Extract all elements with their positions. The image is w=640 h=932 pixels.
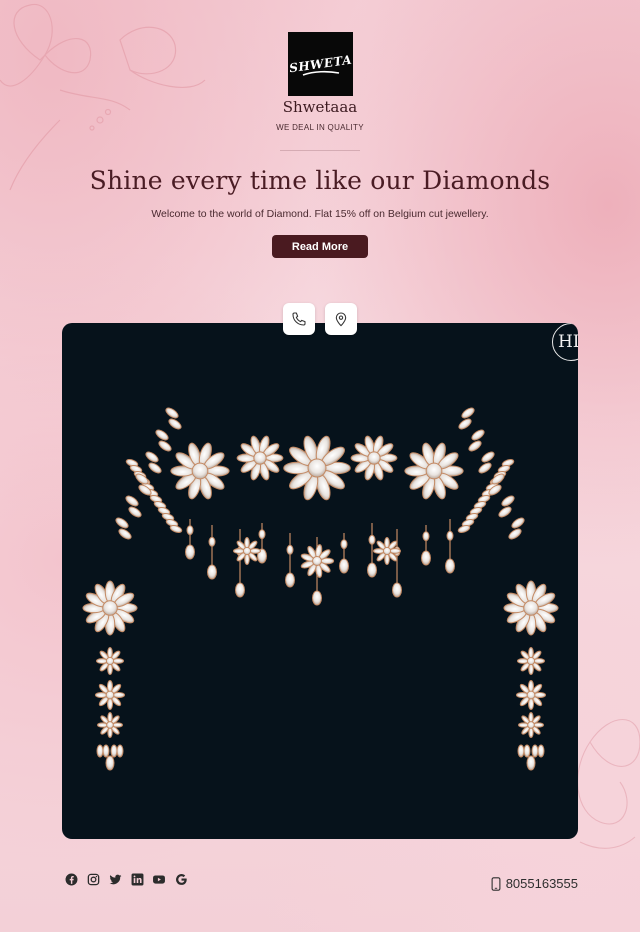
twitter-icon[interactable] <box>108 872 122 886</box>
necklace <box>115 407 525 606</box>
brand-name: Shwetaaa <box>282 98 358 116</box>
linkedin-icon[interactable] <box>130 872 144 886</box>
call-button[interactable] <box>283 303 315 335</box>
instagram-icon[interactable] <box>86 872 100 886</box>
phone-icon <box>292 312 306 326</box>
google-icon[interactable] <box>174 872 188 886</box>
header-divider <box>280 150 360 151</box>
hero-subline: Welcome to the world of Diamond. Flat 15… <box>151 208 489 220</box>
footer-phone[interactable]: 8055163555 <box>491 876 578 891</box>
logo-swoosh-icon <box>302 70 340 76</box>
phone-number: 8055163555 <box>505 876 578 891</box>
necklace-illustration <box>82 407 559 771</box>
youtube-icon[interactable] <box>152 872 166 886</box>
read-more-button[interactable]: Read More <box>272 235 368 258</box>
brand-tagline: WE DEAL IN QUALITY <box>276 123 364 132</box>
hero-image: HL <box>62 323 578 839</box>
location-button[interactable] <box>325 303 357 335</box>
brand-logo[interactable]: SHWETA <box>288 32 353 96</box>
earring-right <box>503 580 559 771</box>
earring-left <box>82 580 138 771</box>
social-links <box>64 872 188 886</box>
location-pin-icon <box>335 312 347 327</box>
mobile-phone-icon <box>491 876 501 891</box>
facebook-icon[interactable] <box>64 872 78 886</box>
hero-headline: Shine every time like our Diamonds <box>89 166 551 195</box>
